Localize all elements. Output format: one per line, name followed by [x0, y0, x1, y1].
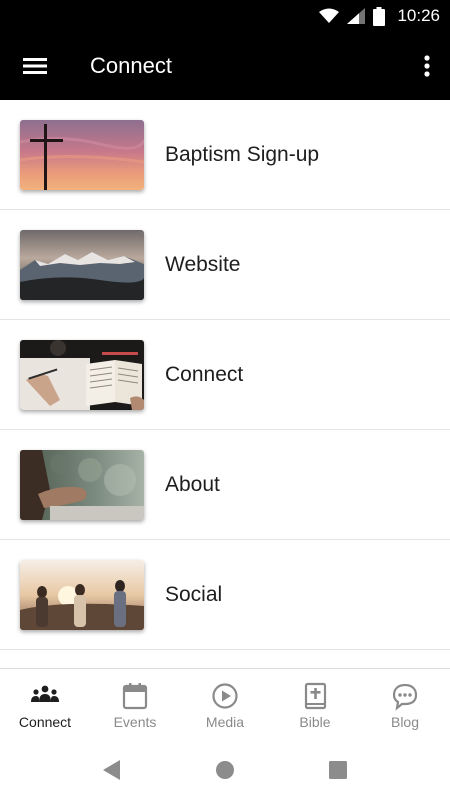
list-item[interactable]: Connect: [0, 320, 450, 430]
list-item-label: Website: [165, 253, 241, 276]
list-item-label: Social: [165, 583, 223, 606]
calendar-icon: [120, 681, 150, 711]
list-item[interactable]: Baptism Sign-up: [0, 100, 450, 210]
battery-icon: [373, 6, 386, 26]
tab-bible[interactable]: Bible: [270, 669, 360, 739]
wifi-icon: [319, 8, 340, 23]
mountain-range-photo: [20, 230, 144, 300]
list-item-label: Baptism Sign-up: [165, 143, 320, 166]
list-item-label: Connect: [165, 363, 244, 386]
open-bible-writing-photo: [20, 340, 144, 410]
play-circle-icon: [210, 681, 240, 711]
praying-hands-photo: [20, 450, 144, 520]
tab-label: Blog: [390, 714, 420, 730]
chat-bubble-icon: [390, 681, 420, 711]
tab-label: Events: [113, 714, 157, 730]
list-item-label: About: [165, 473, 220, 496]
status-icons: 10:26: [319, 5, 440, 27]
system-navigation-bar: [0, 738, 450, 800]
sunset-cross-photo: [20, 120, 144, 190]
content-list: Baptism Sign-up Website Connect About So…: [0, 100, 450, 668]
tab-blog[interactable]: Blog: [360, 669, 450, 739]
tab-label: Bible: [299, 714, 331, 730]
tab-label: Media: [205, 714, 245, 730]
friends-hillside-photo: [20, 560, 144, 630]
tab-connect[interactable]: Connect: [0, 669, 90, 739]
page-title: Connect: [90, 53, 172, 78]
bible-cross-icon: [300, 681, 330, 711]
status-bar: 10:26: [0, 0, 450, 32]
bottom-navigation: Connect Events Media Bible Blog: [0, 668, 450, 739]
home-icon[interactable]: [213, 758, 237, 782]
list-item[interactable]: About: [0, 430, 450, 540]
tab-label: Connect: [18, 714, 72, 730]
list-item[interactable]: Website: [0, 210, 450, 320]
list-item[interactable]: Social: [0, 540, 450, 650]
app-bar: Connect: [0, 32, 450, 100]
tab-media[interactable]: Media: [180, 669, 270, 739]
status-time: 10:26: [397, 6, 440, 25]
more-vert-icon[interactable]: [420, 52, 434, 80]
recents-icon[interactable]: [326, 758, 350, 782]
hamburger-menu-icon[interactable]: [20, 52, 50, 80]
back-icon[interactable]: [100, 758, 124, 782]
tab-events[interactable]: Events: [90, 669, 180, 739]
signal-icon: [347, 8, 366, 24]
people-group-icon: [30, 681, 60, 711]
